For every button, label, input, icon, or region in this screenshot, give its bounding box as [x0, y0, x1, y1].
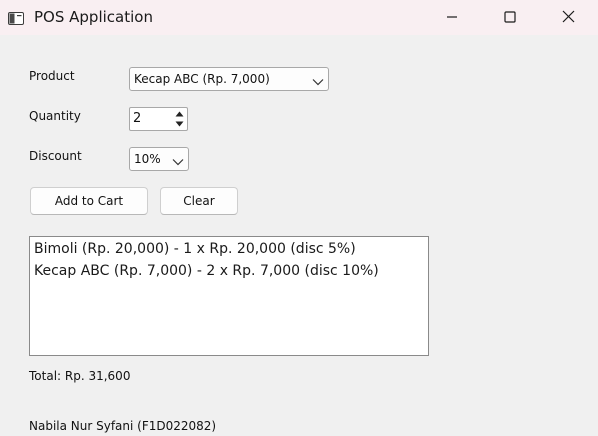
window-title: POS Application	[34, 8, 153, 26]
quantity-value: 2	[133, 111, 142, 126]
add-to-cart-button[interactable]: Add to Cart	[30, 187, 148, 215]
close-icon	[562, 8, 575, 27]
product-label: Product	[29, 69, 75, 83]
maximize-button[interactable]	[487, 0, 533, 35]
product-combobox[interactable]: Kecap ABC (Rp. 7,000)	[129, 67, 329, 91]
triangle-up-icon	[175, 111, 184, 117]
list-item[interactable]: Kecap ABC (Rp. 7,000) - 2 x Rp. 7,000 (d…	[30, 260, 428, 282]
title-bar[interactable]: POS Application	[0, 0, 598, 35]
spin-down-button[interactable]	[173, 119, 186, 129]
clear-button[interactable]: Clear	[160, 187, 238, 215]
close-button[interactable]	[545, 0, 591, 35]
minimize-icon	[446, 8, 458, 27]
product-selected-value: Kecap ABC (Rp. 7,000)	[134, 72, 270, 86]
minimize-button[interactable]	[429, 0, 475, 35]
author-label: Nabila Nur Syfani (F1D022082)	[29, 419, 217, 433]
maximize-icon	[504, 8, 516, 27]
triangle-down-icon	[175, 121, 184, 127]
cart-list[interactable]: Bimoli (Rp. 20,000) - 1 x Rp. 20,000 (di…	[29, 236, 429, 356]
discount-selected-value: 10%	[134, 152, 161, 166]
chevron-down-icon	[312, 75, 324, 86]
pos-window: POS Application Product Kecap ABC (Rp. 7…	[0, 0, 598, 436]
total-label: Total: Rp. 31,600	[29, 369, 131, 383]
quantity-label: Quantity	[29, 109, 81, 123]
chevron-down-icon	[172, 155, 184, 166]
quantity-spinbox[interactable]: 2	[129, 107, 188, 131]
spin-up-button[interactable]	[173, 109, 186, 119]
discount-label: Discount	[29, 149, 82, 163]
app-window-icon	[8, 10, 24, 25]
list-item[interactable]: Bimoli (Rp. 20,000) - 1 x Rp. 20,000 (di…	[30, 238, 428, 260]
discount-combobox[interactable]: 10%	[129, 147, 189, 171]
